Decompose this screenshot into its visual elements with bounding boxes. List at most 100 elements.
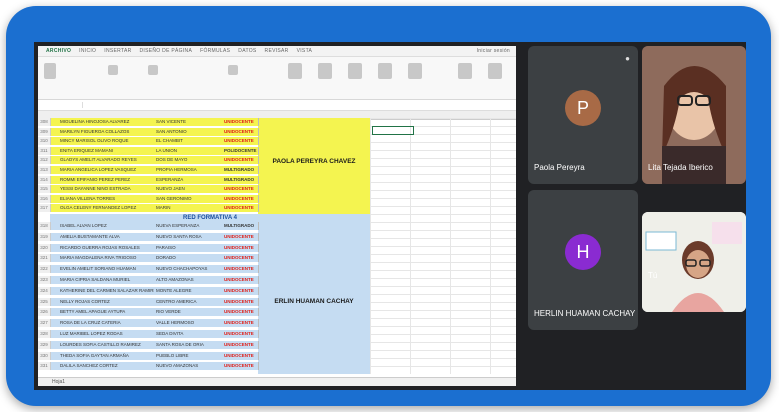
teacher-name-cell[interactable]: MARILYN FIGUEROA COLLAZOS — [58, 127, 155, 136]
teacher-name-cell[interactable]: GLADYS AMELIT ALVARADO REYES — [58, 156, 155, 165]
teacher-name-cell[interactable]: MARIA ANGELICA LOPEZ VASQUEZ — [58, 166, 155, 174]
find-select-icon[interactable] — [488, 63, 502, 79]
school-cell[interactable]: VALLE HERMOSO — [154, 319, 223, 328]
status-cell[interactable]: UNIDOCENTE — [222, 204, 259, 213]
status-cell[interactable]: UNIDOCENTE — [222, 351, 259, 360]
status-cell[interactable]: UNIDOCENTE — [222, 362, 259, 371]
status-cell[interactable]: MULTIGRADO — [222, 222, 259, 230]
status-cell[interactable]: UNIDOCENTE — [222, 185, 259, 194]
status-cell[interactable]: UNIDOCENTE — [222, 243, 259, 252]
table-row[interactable]: 325 NELLY ROJAS CORTEZ CENTRO AMERICA UNIDO… — [38, 297, 516, 306]
sheet-grid[interactable]: PAOLA PEREYRA CHAVEZ RED FORMATIVA 4 ERL… — [38, 118, 516, 378]
teacher-name-cell[interactable]: KATHERINE DEL CARMEN SALAZAR RAMIREZ — [58, 286, 155, 295]
teacher-name-cell[interactable]: THEDA SOFIA GAYTAN ARMAÑA — [58, 351, 155, 360]
table-row[interactable]: 313 MARIA ANGELICA LOPEZ VASQUEZ PROPIA HE… — [38, 166, 516, 174]
participant-tile-paola[interactable]: ● P Paola Pereyra — [528, 46, 638, 184]
status-cell[interactable]: POLIDOCENTE — [222, 146, 259, 155]
school-cell[interactable]: PROPIA HERMOSA — [154, 166, 223, 174]
bold-icon[interactable] — [108, 65, 118, 75]
status-cell[interactable]: UNIDOCENTE — [222, 194, 259, 203]
tab-data[interactable]: DATOS — [238, 48, 256, 54]
teacher-name-cell[interactable]: ENITA ERIQUEZ MAMANI — [58, 146, 155, 155]
table-row[interactable]: 310 MINCY MARISOL OLIVO ROQUE EL CHAMBIT UN… — [38, 137, 516, 146]
school-cell[interactable]: MARIN — [154, 204, 223, 213]
table-row[interactable]: 327 ROSA DE LA CRUZ CATERIA VALLE HERMOSO U… — [38, 319, 516, 328]
tab-formulas[interactable]: FÓRMULAS — [200, 48, 230, 54]
teacher-name-cell[interactable]: MINCY MARISOL OLIVO ROQUE — [58, 137, 155, 146]
status-cell[interactable]: UNIDOCENTE — [222, 232, 259, 241]
school-cell[interactable]: SAN VICENTE — [154, 118, 223, 126]
school-cell[interactable]: NUEVO SANTA ROSA — [154, 232, 223, 241]
sign-in-link[interactable]: Iniciar sesión — [477, 48, 516, 54]
table-row[interactable]: 321 MARIA MAGDALENA RIVA TRIGOSO DORADO UNI… — [38, 254, 516, 263]
school-cell[interactable]: SAN ANTONIO — [154, 127, 223, 136]
school-cell[interactable]: CENTRO AMERICA — [154, 297, 223, 306]
status-cell[interactable]: UNIDOCENTE — [222, 308, 259, 317]
table-row[interactable]: 314 ROMMI EPIFANIO PEREZ PEREZ ESPERANZA MU… — [38, 175, 516, 184]
school-cell[interactable]: NUEVO JAEN — [154, 185, 223, 194]
table-row[interactable]: 318 ISABEL ALVAN LOPEZ NUEVA ESPERANZA MULT… — [38, 222, 516, 230]
status-cell[interactable]: UNIDOCENTE — [222, 118, 259, 126]
status-cell[interactable]: UNIDOCENTE — [222, 297, 259, 306]
school-cell[interactable]: PARAISO — [154, 243, 223, 252]
participant-tile-lita[interactable]: Lita Tejada Iberico — [642, 46, 746, 184]
number-format-icon[interactable] — [228, 65, 238, 75]
table-row[interactable]: 322 EVELIN AMELIT SORIANO HUAMAN NUEVO CHA… — [38, 265, 516, 274]
school-cell[interactable]: DORADO — [154, 254, 223, 263]
tab-insert[interactable]: INSERTAR — [104, 48, 131, 54]
school-cell[interactable]: RIO VERDE — [154, 308, 223, 317]
wrap-text-icon[interactable] — [148, 65, 158, 75]
status-cell[interactable]: MULTIGRADO — [222, 166, 259, 174]
school-cell[interactable]: SANTA ROSA DE ORIA — [154, 340, 223, 349]
table-row[interactable]: 329 LOURDES SOFIA CASTILLO RAMIREZ SANTA R… — [38, 340, 516, 349]
teacher-name-cell[interactable]: ISABEL ALVAN LOPEZ — [58, 222, 155, 230]
teacher-name-cell[interactable]: EVELIN AMELIT SORIANO HUAMAN — [58, 265, 155, 274]
tab-file[interactable]: ARCHIVO — [46, 48, 71, 54]
table-row[interactable]: 308 MIGUELINA HINOJOSA ALVAREZ SAN VICENTE… — [38, 118, 516, 126]
status-cell[interactable]: UNIDOCENTE — [222, 127, 259, 136]
table-row[interactable]: 323 MARIA CIPRIA SALDANA MURIEL ALTO AMAZO… — [38, 276, 516, 284]
school-cell[interactable]: LA UNION — [154, 146, 223, 155]
participant-tile-herlin[interactable]: H HERLIN HUAMAN CACHAY — [528, 190, 638, 330]
teacher-name-cell[interactable]: BETTY AMEL APAGUE AYTUPA — [58, 308, 155, 317]
teacher-name-cell[interactable]: ROSA DE LA CRUZ CATERIA — [58, 319, 155, 328]
status-cell[interactable]: UNIDOCENTE — [222, 340, 259, 349]
status-cell[interactable]: UNIDOCENTE — [222, 156, 259, 165]
school-cell[interactable]: SAN GERONIMO — [154, 194, 223, 203]
teacher-name-cell[interactable]: RICARDO GUERRA ROJAS ROSALES — [58, 243, 155, 252]
sort-filter-icon[interactable] — [458, 63, 472, 79]
school-cell[interactable]: ALTO AMAZONAS — [154, 276, 223, 284]
teacher-name-cell[interactable]: YESSI DAYANNE NINO ESTRADA — [58, 185, 155, 194]
school-cell[interactable]: DOS DE MAYO — [154, 156, 223, 165]
conditional-format-icon[interactable] — [288, 63, 302, 79]
delete-cells-icon[interactable] — [408, 63, 422, 79]
insert-cells-icon[interactable] — [378, 63, 392, 79]
table-row[interactable]: 312 GLADYS AMELIT ALVARADO REYES DOS DE MA… — [38, 156, 516, 165]
tab-page-layout[interactable]: DISEÑO DE PÁGINA — [140, 48, 193, 54]
school-cell[interactable]: NUEVO AMAZONAS — [154, 362, 223, 371]
school-cell[interactable]: SEDA DIVITA — [154, 330, 223, 338]
teacher-name-cell[interactable]: MIGUELINA HINOJOSA ALVAREZ — [58, 118, 155, 126]
school-cell[interactable]: PUEBLO LIBRE — [154, 351, 223, 360]
tab-view[interactable]: VISTA — [297, 48, 313, 54]
formula-bar[interactable] — [38, 100, 516, 111]
teacher-name-cell[interactable]: OLGA CELENY FERNANDEZ LOPEZ — [58, 204, 155, 213]
table-row[interactable]: 320 RICARDO GUERRA ROJAS ROSALES PARAISO UN… — [38, 243, 516, 252]
school-cell[interactable]: NUEVO CHACHAPOYAS — [154, 265, 223, 274]
table-row[interactable]: 331 DALILA SANCHEZ CORTEZ NUEVO AMAZONAS UN… — [38, 362, 516, 371]
status-cell[interactable]: MULTIGRADO — [222, 175, 259, 184]
status-cell[interactable]: UNIDOCENTE — [222, 254, 259, 263]
status-cell[interactable]: UNIDOCENTE — [222, 319, 259, 328]
tab-review[interactable]: REVISAR — [265, 48, 289, 54]
school-cell[interactable]: MONTE ALEGRE — [154, 286, 223, 295]
name-box[interactable] — [38, 102, 83, 108]
teacher-name-cell[interactable]: ELIANA VILLENA TORRES — [58, 194, 155, 203]
teacher-name-cell[interactable]: MARIA MAGDALENA RIVA TRIGOSO — [58, 254, 155, 263]
paste-icon[interactable] — [44, 63, 56, 79]
cell-styles-icon[interactable] — [348, 63, 362, 79]
participant-tile-self[interactable]: Tú — [642, 212, 746, 312]
table-row[interactable]: 309 MARILYN FIGUEROA COLLAZOS SAN ANTONIO U… — [38, 127, 516, 136]
teacher-name-cell[interactable]: DALILA SANCHEZ CORTEZ — [58, 362, 155, 371]
teacher-name-cell[interactable]: MARIA CIPRIA SALDANA MURIEL — [58, 276, 155, 284]
school-cell[interactable]: NUEVA ESPERANZA — [154, 222, 223, 230]
